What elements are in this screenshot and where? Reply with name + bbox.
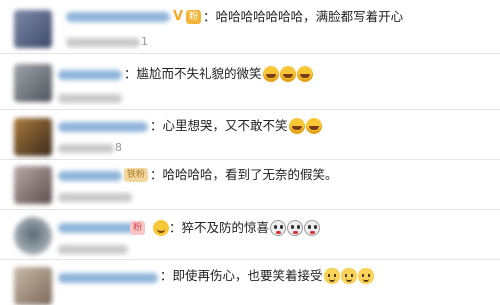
timestamp-blurred <box>58 193 132 202</box>
comment-content: ：即使再伤心，也要笑着接受 <box>160 267 374 285</box>
timestamp-blurred <box>58 94 122 103</box>
husky-face-icon <box>270 219 287 236</box>
laughing-tears-icon <box>296 65 313 82</box>
comment-row: 铁粉 ：哈哈哈哈，看到了无奈的假笑。 <box>0 160 500 210</box>
username-blurred[interactable] <box>58 273 158 283</box>
username-blurred[interactable] <box>66 12 170 22</box>
comment-text: ：哈哈哈哈哈哈哈，满脸都写着开心 <box>203 9 404 24</box>
comment-text: ：即使再伤心，也要笑着接受 <box>160 268 323 283</box>
timestamp-blurred <box>58 245 128 254</box>
smiling-cat-icon <box>323 267 340 284</box>
comment-content: ：心里想哭，又不敢不笑 <box>150 117 322 135</box>
avatar[interactable] <box>14 166 52 204</box>
timestamp-partial: 8 <box>115 141 122 154</box>
smiling-cat-icon <box>357 267 374 284</box>
comment-row: ：尴尬而不失礼貌的微笑 <box>0 54 500 110</box>
comment-content: 铁粉 ：哈哈哈哈，看到了无奈的假笑。 <box>124 167 338 183</box>
laughing-tears-icon <box>262 65 279 82</box>
vip-badge: V <box>173 8 184 24</box>
avatar[interactable] <box>14 10 52 48</box>
laughing-tears-icon <box>305 117 322 134</box>
avatar[interactable] <box>14 118 52 156</box>
comment-row: ：心里想哭，又不敢不笑 8 <box>0 110 500 160</box>
comment-text: ：哈哈哈哈，看到了无奈的假笑。 <box>150 167 338 182</box>
fan-level-badge: 铁粉 <box>124 167 149 182</box>
username-blurred[interactable] <box>58 223 138 233</box>
comment-row: 粉 ：猝不及防的惊喜 <box>0 210 500 260</box>
timestamp-blurred <box>58 144 114 153</box>
laughing-tears-icon <box>279 65 296 82</box>
username-blurred[interactable] <box>58 70 122 80</box>
smile-icon <box>153 219 169 236</box>
comment-content: 粉 <box>130 220 147 236</box>
username-blurred[interactable] <box>58 171 122 181</box>
husky-face-icon <box>287 219 304 236</box>
timestamp-partial: 1 <box>141 35 148 48</box>
comment-content: V 粉：哈哈哈哈哈哈哈，满脸都写着开心 <box>172 9 403 25</box>
fan-badge: 粉 <box>186 9 202 24</box>
comment-text: ：心里想哭，又不敢不笑 <box>150 118 288 133</box>
comment-row: ：即使再伤心，也要笑着接受 <box>0 260 500 305</box>
comment-row: V 粉：哈哈哈哈哈哈哈，满脸都写着开心 1 <box>0 0 500 54</box>
comment-text: ：猝不及防的惊喜 <box>169 220 270 235</box>
username-blurred[interactable] <box>58 122 148 132</box>
avatar[interactable] <box>14 64 52 102</box>
comment-text: ：尴尬而不失礼貌的微笑 <box>124 66 262 81</box>
avatar[interactable] <box>14 217 52 255</box>
timestamp-blurred <box>66 38 140 47</box>
laughing-tears-icon <box>288 117 305 134</box>
comment-content-main: ：猝不及防的惊喜 <box>152 219 321 237</box>
husky-face-icon <box>304 219 321 236</box>
comment-content: ：尴尬而不失礼貌的微笑 <box>124 65 313 83</box>
fan-badge: 粉 <box>130 220 146 235</box>
smiling-cat-icon <box>340 267 357 284</box>
avatar[interactable] <box>14 267 52 305</box>
